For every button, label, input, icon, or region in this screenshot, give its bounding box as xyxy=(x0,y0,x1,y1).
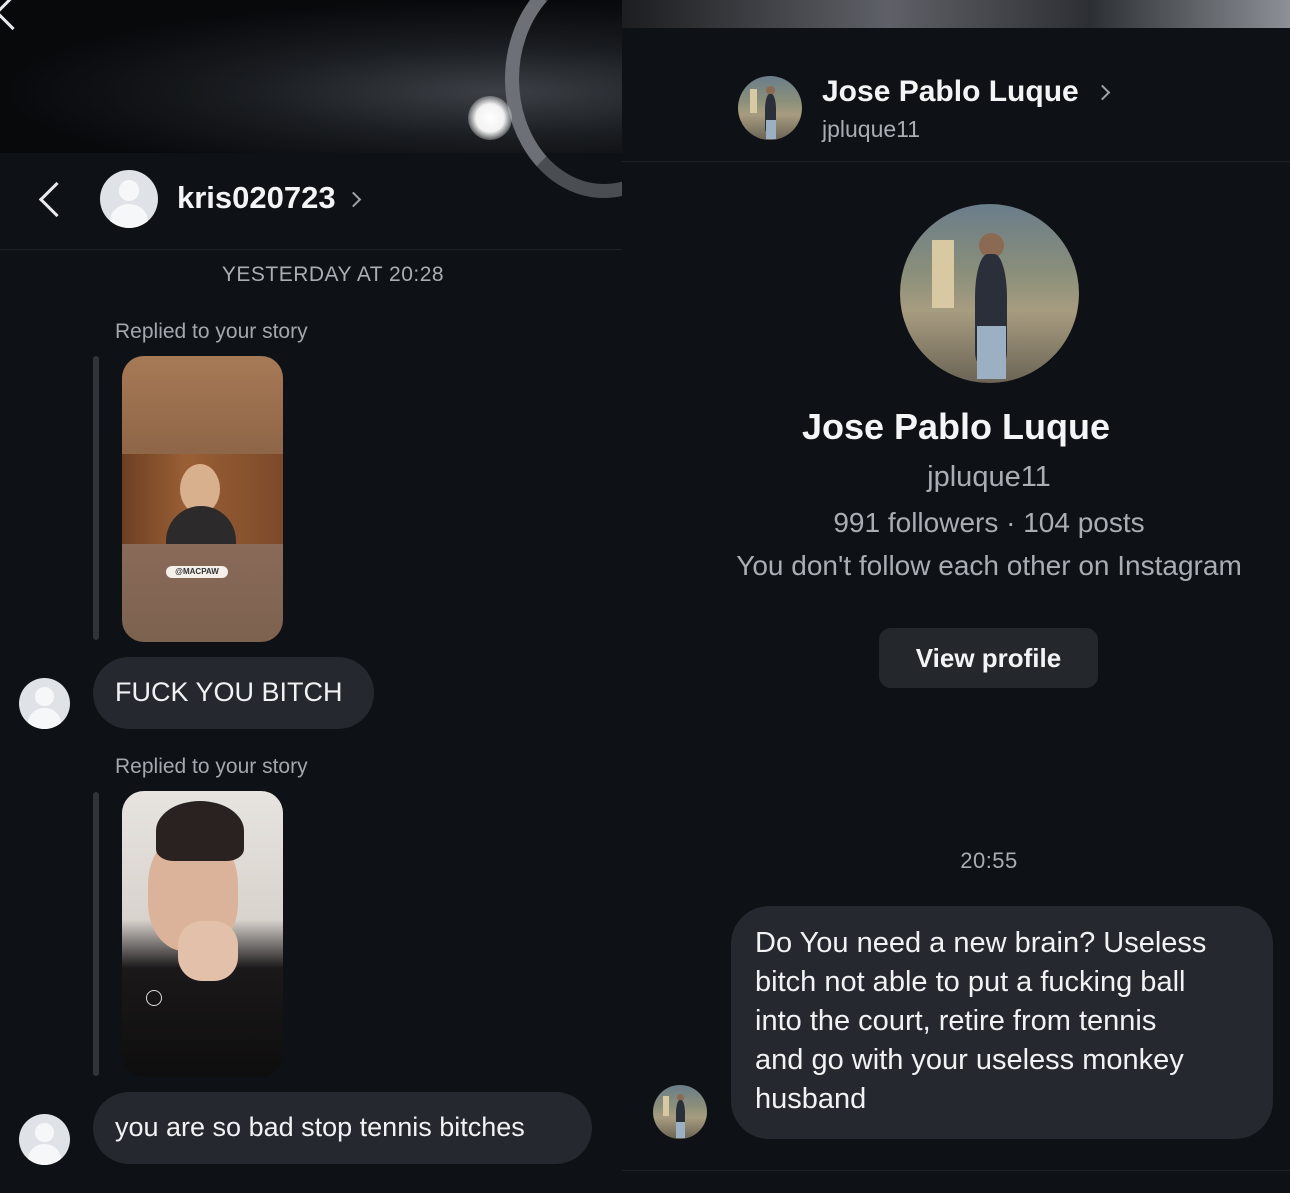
message-line: bitch not able to put a fucking ball xyxy=(755,966,1186,998)
story-circle-icon xyxy=(146,990,162,1006)
background-photo xyxy=(0,0,622,198)
message-timestamp: 20:55 xyxy=(960,848,1018,873)
reply-label: Replied to your story xyxy=(115,320,308,343)
chat-display-name[interactable]: Jose Pablo Luque xyxy=(822,75,1079,109)
message-line: Do You need a new brain? Useless xyxy=(755,927,1207,959)
background-photo-strip xyxy=(622,0,1290,28)
profile-username: jpluque11 xyxy=(927,461,1051,493)
chat-username: jpluque11 xyxy=(822,116,921,142)
avatar-photo-detail xyxy=(662,1095,670,1117)
chat-username[interactable]: kris020723 xyxy=(177,180,336,216)
view-profile-button[interactable]: View profile xyxy=(879,628,1098,688)
avatar-photo-detail xyxy=(676,1121,685,1138)
message-line: into the court, retire from tennis xyxy=(755,1005,1157,1037)
message-line: husband xyxy=(755,1083,867,1115)
reply-bar xyxy=(93,356,99,640)
avatar[interactable] xyxy=(100,170,158,228)
story-sticker: @MACPAW xyxy=(166,566,228,578)
conversation-timestamp: YESTERDAY AT 20:28 xyxy=(221,263,445,286)
story-hair xyxy=(156,801,244,861)
reply-bar xyxy=(93,792,99,1076)
avatar[interactable] xyxy=(653,1085,707,1139)
story-hand xyxy=(178,921,238,981)
story-body xyxy=(166,506,236,544)
avatar-photo-detail xyxy=(976,325,1006,380)
avatar-photo-detail xyxy=(932,239,954,308)
message-bubble[interactable]: Do You need a new brain? Useless bitch n… xyxy=(731,906,1273,1139)
story-thumbnail[interactable] xyxy=(122,791,283,1077)
light-glare xyxy=(468,96,512,140)
follow-status: You don't follow each other on Instagram xyxy=(736,550,1242,581)
profile-stats: 991 followers · 104 posts xyxy=(833,507,1145,538)
left-conversation-panel: kris020723 YESTERDAY AT 20:28 Replied to… xyxy=(0,0,622,1193)
profile-avatar[interactable] xyxy=(900,204,1079,383)
message-line: and go with your useless monkey xyxy=(755,1044,1184,1076)
story-video-frame xyxy=(122,454,283,544)
message-bubble[interactable]: you are so bad stop tennis bitches xyxy=(93,1092,592,1164)
avatar-photo-detail xyxy=(749,88,758,114)
message-text: Do You need a new brain? Useless bitch n… xyxy=(755,924,1206,1119)
message-text: you are so bad stop tennis bitches xyxy=(115,1112,525,1142)
avatar-photo-detail xyxy=(765,119,776,139)
divider xyxy=(622,1170,1290,1171)
avatar[interactable] xyxy=(19,678,70,729)
avatar[interactable] xyxy=(738,76,802,140)
message-text: FUCK YOU BITCH xyxy=(115,677,343,707)
profile-name: Jose Pablo Luque xyxy=(801,406,1111,447)
message-bubble[interactable]: FUCK YOU BITCH xyxy=(93,657,374,729)
reply-label: Replied to your story xyxy=(115,755,308,778)
story-thumbnail[interactable]: @MACPAW xyxy=(122,356,283,642)
avatar[interactable] xyxy=(19,1114,70,1165)
